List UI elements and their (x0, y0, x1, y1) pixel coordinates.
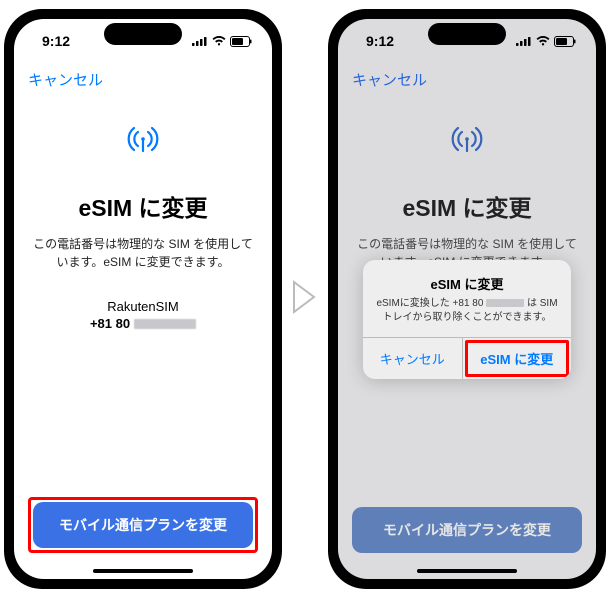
status-time: 9:12 (366, 33, 394, 49)
screen-right: 9:12 キャンセル eSIM に変更 この電話番号は物理的な SIM を使用し… (338, 19, 596, 579)
status-icons (516, 36, 576, 47)
status-icons (192, 36, 252, 47)
alert-confirm-button[interactable]: eSIM に変更 (465, 340, 570, 377)
phone-number: +81 80 (90, 316, 196, 331)
dynamic-island (428, 23, 506, 45)
redacted-number (134, 319, 196, 329)
battery-icon (554, 36, 576, 47)
alert-cancel-button[interactable]: キャンセル (363, 338, 463, 379)
screen-left: 9:12 キャンセル eSIM に変更 この電話番号は物理的な SIM を使用し… (14, 19, 272, 579)
phone-frame-left: 9:12 キャンセル eSIM に変更 この電話番号は物理的な SIM を使用し… (4, 9, 282, 589)
alert-overlay: eSIM に変更 eSIMに変換した +81 80 は SIMトレイから取り除く… (338, 59, 596, 579)
nav-bar: キャンセル (14, 63, 272, 94)
status-time: 9:12 (42, 33, 70, 49)
alert-title: eSIM に変更 (375, 274, 559, 293)
wifi-icon (212, 36, 226, 46)
change-plan-button[interactable]: モバイル通信プランを変更 (33, 502, 253, 548)
dynamic-island (104, 23, 182, 45)
carrier-label: RakutenSIM (107, 299, 179, 314)
cancel-link[interactable]: キャンセル (28, 72, 103, 89)
alert-message: eSIMに変換した +81 80 は SIMトレイから取り除くことができます。 (375, 297, 559, 325)
phone-frame-right: 9:12 キャンセル eSIM に変更 この電話番号は物理的な SIM を使用し… (328, 9, 606, 589)
main-content: eSIM に変更 この電話番号は物理的な SIM を使用しています。eSIM に… (14, 94, 272, 497)
signal-icon (192, 36, 208, 46)
battery-icon (230, 36, 252, 47)
tutorial-highlight: モバイル通信プランを変更 (28, 497, 258, 553)
alert-buttons: キャンセル eSIM に変更 (363, 337, 571, 379)
antenna-icon (122, 118, 164, 165)
wifi-icon (536, 36, 550, 46)
flow-arrow-icon (292, 280, 318, 319)
page-title: eSIM に変更 (78, 189, 207, 223)
redacted-number (486, 299, 524, 307)
confirmation-alert: eSIM に変更 eSIMに変換した +81 80 は SIMトレイから取り除く… (363, 260, 571, 379)
page-description: この電話番号は物理的な SIM を使用しています。eSIM に変更できます。 (32, 235, 254, 271)
signal-icon (516, 36, 532, 46)
footer: モバイル通信プランを変更 (14, 497, 272, 579)
home-indicator[interactable] (93, 569, 193, 573)
